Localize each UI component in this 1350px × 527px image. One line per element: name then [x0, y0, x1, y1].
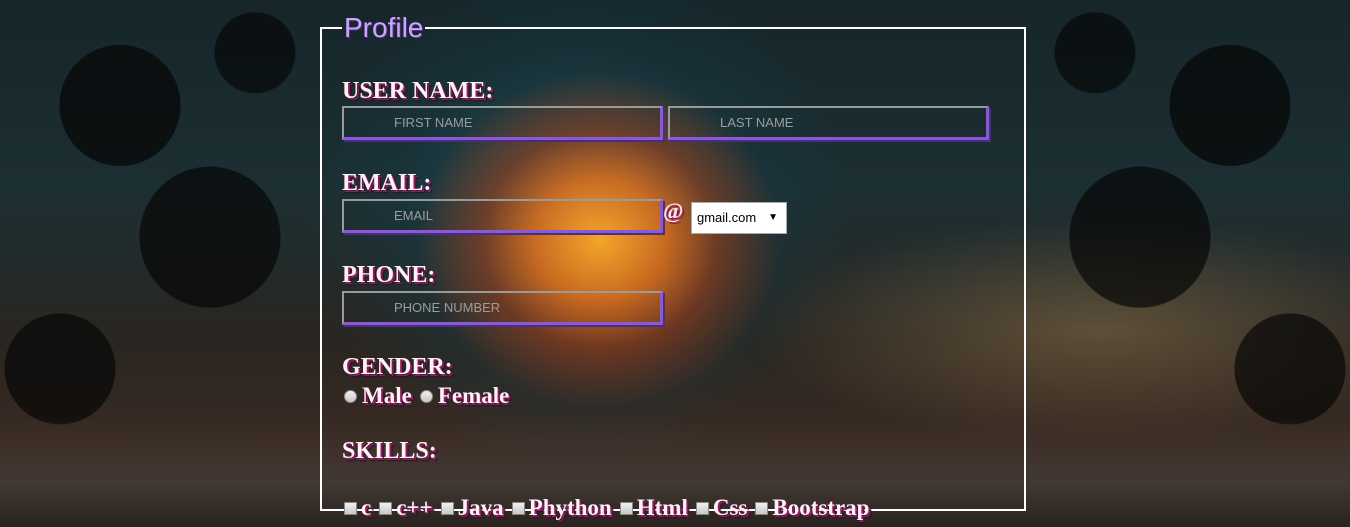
skill-option-css[interactable]: Css — [695, 495, 748, 521]
first-name-input[interactable] — [342, 106, 663, 140]
gender-option-label: Male — [362, 383, 412, 408]
skill-option-python[interactable]: Phython — [511, 495, 612, 521]
gender-options: Male Female — [344, 383, 517, 409]
skill-option-label: Bootstrap — [772, 495, 870, 520]
skill-option-bootstrap[interactable]: Bootstrap — [755, 495, 869, 521]
chevron-down-icon: ▼ — [768, 212, 778, 223]
checkbox-cpp[interactable] — [379, 501, 393, 515]
skill-option-java[interactable]: Java — [440, 495, 504, 521]
gender-option-female[interactable]: Female — [419, 383, 510, 409]
skill-option-label: Java — [457, 495, 504, 520]
checkbox-c[interactable] — [344, 501, 357, 515]
radio-male[interactable] — [344, 389, 357, 403]
gender-option-label: Female — [437, 383, 510, 408]
skill-option-cpp[interactable]: c++ — [379, 495, 433, 521]
email-domain-select[interactable]: gmail.com ▼ — [691, 202, 787, 234]
email-label: EMAIL: — [342, 170, 432, 196]
gender-label: GENDER: — [342, 354, 453, 380]
skills-label: SKILLS: — [342, 438, 437, 464]
profile-fieldset: Profile USER NAME: EMAIL: @ gmail.com ▼ … — [320, 12, 1026, 520]
skill-option-label: c++ — [396, 495, 433, 520]
skill-option-html[interactable]: Html — [619, 495, 688, 521]
gender-option-male[interactable]: Male — [344, 383, 412, 409]
radio-female[interactable] — [419, 389, 433, 403]
skill-option-label: Phython — [528, 495, 612, 520]
profile-legend: Profile — [344, 12, 424, 43]
username-label: USER NAME: — [342, 78, 494, 104]
email-domain-value: gmail.com — [697, 210, 757, 225]
email-input[interactable] — [342, 199, 663, 233]
skill-option-label: c — [361, 495, 372, 520]
skill-option-c[interactable]: c — [344, 495, 371, 521]
phone-label: PHONE: — [342, 262, 436, 288]
skill-option-label: Css — [712, 495, 748, 520]
at-sign: @ — [663, 198, 684, 223]
last-name-input[interactable] — [668, 106, 989, 140]
checkbox-css[interactable] — [695, 501, 709, 515]
checkbox-bootstrap[interactable] — [755, 501, 769, 515]
checkbox-html[interactable] — [619, 501, 633, 515]
skills-options: c c++ Java Phython Html Css Bootstrap — [344, 495, 877, 521]
checkbox-java[interactable] — [440, 501, 454, 515]
phone-input[interactable] — [342, 291, 663, 325]
checkbox-python[interactable] — [511, 501, 525, 515]
skill-option-label: Html — [636, 495, 688, 520]
